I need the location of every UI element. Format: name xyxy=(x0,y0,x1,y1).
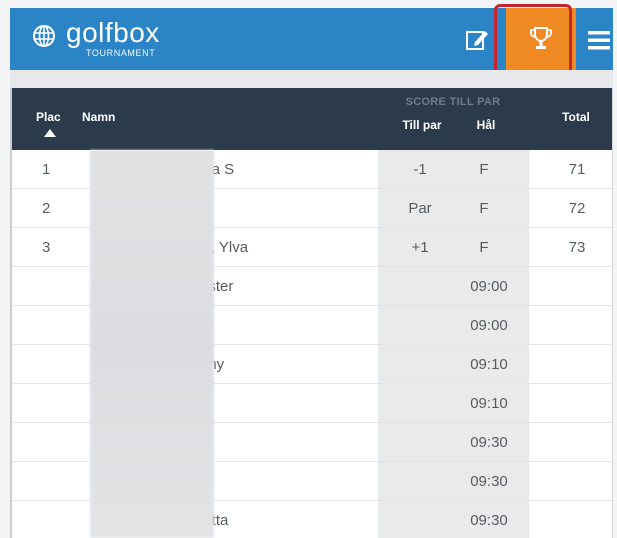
row-total xyxy=(542,462,612,501)
row-plac: 2 xyxy=(42,200,51,217)
total-divider xyxy=(528,501,529,538)
row-till-par xyxy=(392,423,448,462)
column-total[interactable]: Total xyxy=(540,110,612,124)
row-name: n xyxy=(200,462,370,501)
row-plac xyxy=(42,345,62,384)
row-total xyxy=(542,501,612,538)
total-divider xyxy=(528,384,529,423)
right-border xyxy=(612,88,613,538)
header-gap xyxy=(10,70,613,88)
row-tee-time: 09:10 xyxy=(470,395,508,412)
row-tee-time: 09:00 xyxy=(470,317,508,334)
total-divider xyxy=(528,306,529,345)
row-name: t xyxy=(200,384,370,423)
row-plac: 1 xyxy=(42,161,51,178)
row-plac xyxy=(42,384,62,423)
column-group-score: SCORE TILL PAR xyxy=(405,96,501,108)
row-plac: 3 xyxy=(42,239,51,256)
row-till-par: Par xyxy=(408,200,432,217)
row-hal: F xyxy=(479,161,489,178)
brand-name: golfbox xyxy=(66,17,160,48)
row-name xyxy=(200,306,370,345)
row-name: ela S xyxy=(200,161,235,178)
brand-logo[interactable]: golfbox TOURNAMENT xyxy=(32,18,160,62)
total-divider xyxy=(528,462,529,501)
row-name: lotta xyxy=(200,512,229,529)
row-total: 71 xyxy=(568,161,586,178)
row-plac xyxy=(42,423,62,462)
table-header: Plac Namn SCORE TILL PAR Till par Hål To… xyxy=(12,88,612,150)
row-till-par: +1 xyxy=(411,239,429,256)
column-till-par[interactable]: Till par xyxy=(394,118,450,132)
row-name: s xyxy=(200,423,370,462)
row-name: rister xyxy=(200,278,234,295)
menu-button[interactable] xyxy=(581,22,617,58)
row-total: 72 xyxy=(568,200,586,217)
row-plac xyxy=(42,267,62,306)
column-plac[interactable]: Plac xyxy=(36,110,61,124)
row-plac xyxy=(42,462,62,501)
leaderboard-table: Plac Namn SCORE TILL PAR Till par Hål To… xyxy=(12,88,612,538)
row-tee-time: 09:30 xyxy=(470,473,508,490)
column-namn[interactable]: Namn xyxy=(82,110,115,124)
row-till-par xyxy=(392,267,448,306)
row-till-par xyxy=(392,345,448,384)
row-tee-time: 09:10 xyxy=(470,356,508,373)
row-plac xyxy=(42,306,62,345)
redacted-names xyxy=(90,150,214,538)
row-total: 73 xyxy=(568,239,586,256)
row-tee-time: 09:00 xyxy=(470,278,508,295)
row-name: n xyxy=(200,189,370,228)
row-tee-time: 09:30 xyxy=(470,434,508,451)
total-divider xyxy=(528,228,529,267)
row-tee-time: 09:30 xyxy=(470,512,508,529)
menu-icon xyxy=(588,31,610,50)
brand-text: golfbox TOURNAMENT xyxy=(66,17,160,59)
total-divider xyxy=(528,423,529,462)
edit-button[interactable] xyxy=(457,22,497,58)
row-total xyxy=(542,306,612,345)
row-name: H, Ylva xyxy=(200,239,249,256)
page: golfbox TOURNAMENT Plac Namn SCORE TILL … xyxy=(0,0,617,538)
globe-icon xyxy=(33,25,55,47)
trophy-icon xyxy=(530,27,552,49)
column-hal[interactable]: Hål xyxy=(460,118,512,132)
total-divider xyxy=(528,150,529,189)
row-name: nny xyxy=(200,345,370,384)
brand-sub: TOURNAMENT xyxy=(86,48,156,58)
row-till-par xyxy=(392,306,448,345)
total-divider xyxy=(528,345,529,384)
top-bar: golfbox TOURNAMENT xyxy=(10,8,613,70)
total-divider xyxy=(528,189,529,228)
row-till-par xyxy=(392,384,448,423)
total-divider xyxy=(528,267,529,306)
row-till-par: -1 xyxy=(413,161,427,178)
row-hal: F xyxy=(479,239,489,256)
sort-ascending-icon[interactable] xyxy=(44,129,56,137)
row-total xyxy=(542,423,612,462)
row-total xyxy=(542,384,612,423)
row-hal: F xyxy=(479,200,489,217)
row-till-par xyxy=(392,462,448,501)
leaderboard-button[interactable] xyxy=(506,8,576,70)
row-total xyxy=(542,345,612,384)
row-total xyxy=(542,267,612,306)
row-plac xyxy=(42,501,62,538)
edit-icon xyxy=(466,31,488,50)
row-till-par xyxy=(392,501,448,538)
